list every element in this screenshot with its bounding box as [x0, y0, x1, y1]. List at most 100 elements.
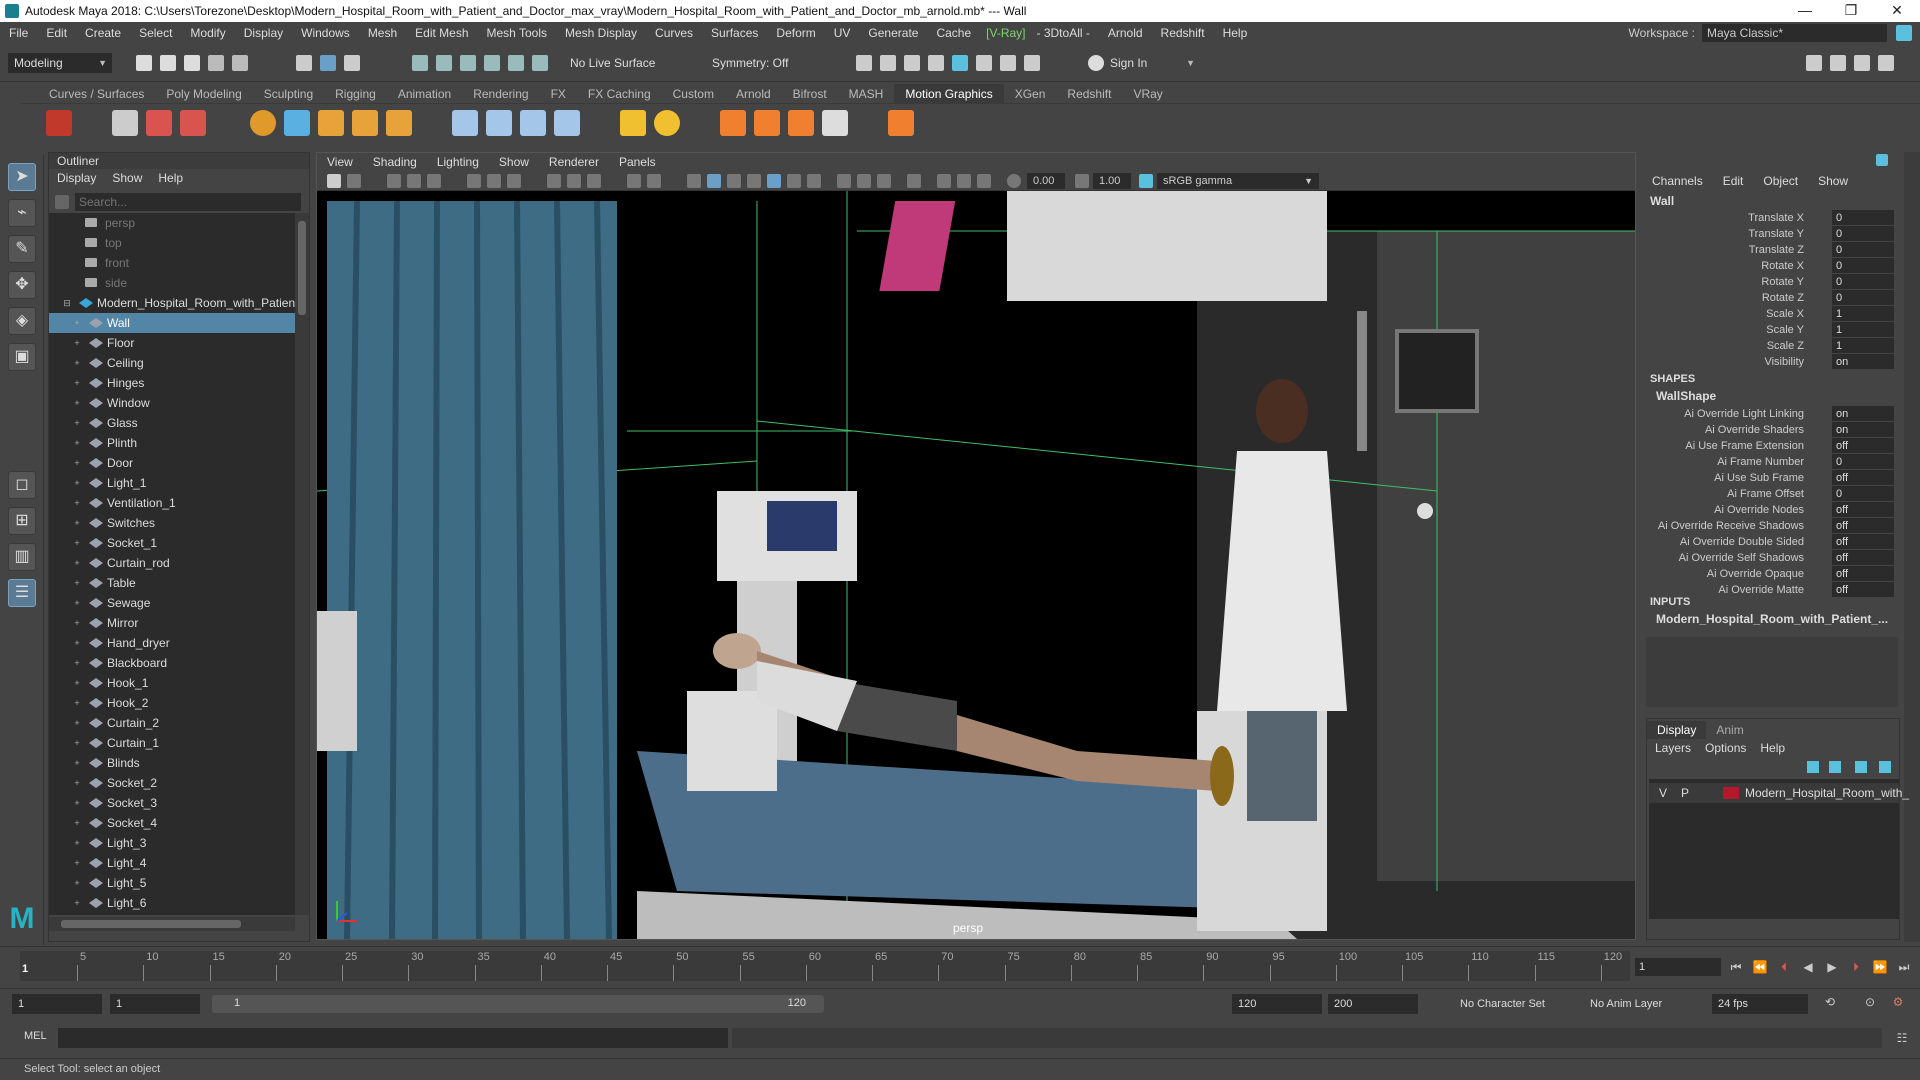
shelf-tab-fx[interactable]: FX	[540, 84, 577, 104]
expand-icon[interactable]: +	[71, 813, 83, 833]
filter-icon[interactable]	[55, 195, 69, 209]
channel-value-field[interactable]: 1	[1832, 306, 1894, 321]
input-node-name[interactable]: Modern_Hospital_Room_with_Patient_...	[1656, 612, 1888, 626]
outliner-item[interactable]: + Glass	[49, 413, 295, 433]
snap-pivot-icon[interactable]	[532, 55, 548, 71]
outliner-camera-item[interactable]: top	[49, 233, 295, 253]
shape-attr-row[interactable]: Ai Frame Offset 0	[1642, 486, 1900, 502]
close-button[interactable]: ✕	[1874, 0, 1920, 22]
sun-light-icon[interactable]	[654, 110, 680, 136]
channel-row[interactable]: Scale Y 1	[1642, 322, 1900, 338]
current-frame-field[interactable]: 1	[1635, 958, 1721, 976]
view-transform-dropdown[interactable]: sRGB gamma ▼	[1157, 173, 1319, 189]
channel-row[interactable]: Translate Y 0	[1642, 226, 1900, 242]
shape-attr-row[interactable]: Ai Override Light Linking on	[1642, 406, 1900, 422]
snap-grid-icon[interactable]	[412, 55, 428, 71]
anim-layer-dropdown[interactable]: No Anim Layer	[1590, 994, 1662, 1014]
move-layer-up-icon[interactable]	[1807, 761, 1819, 773]
menu-select[interactable]: Select	[130, 22, 181, 44]
outliner-item[interactable]: + Blackboard	[49, 653, 295, 673]
viewport-menu-shading[interactable]: Shading	[363, 155, 427, 169]
preferences-icon[interactable]: ⚙	[1890, 994, 1906, 1010]
outliner-root-item[interactable]: ⊟ Modern_Hospital_Room_with_Patien	[49, 293, 295, 313]
film-gate-icon[interactable]	[507, 174, 521, 188]
outliner-item[interactable]: + Light_7	[49, 913, 295, 915]
tool-settings-icon[interactable]	[1854, 55, 1870, 71]
construction-history-icon[interactable]	[856, 55, 872, 71]
channel-row[interactable]: Scale Z 1	[1642, 338, 1900, 354]
outliner-camera-item[interactable]: persp	[49, 213, 295, 233]
svg-tool-icon[interactable]	[352, 110, 378, 136]
channel-row[interactable]: Rotate Y 0	[1642, 274, 1900, 290]
new-layer-icon[interactable]	[1855, 761, 1867, 773]
scrollbar-thumb[interactable]	[298, 221, 306, 315]
attr-value-field[interactable]: on	[1832, 406, 1894, 421]
channel-value-field[interactable]: on	[1832, 354, 1894, 369]
channel-value-field[interactable]: 0	[1832, 274, 1894, 289]
step-forward-frame-icon[interactable]: ⏵	[1848, 959, 1864, 975]
twist-deformer-icon[interactable]	[486, 110, 512, 136]
channel-row[interactable]: Scale X 1	[1642, 306, 1900, 322]
move-tool-icon[interactable]: ✥	[8, 271, 36, 299]
step-back-key-icon[interactable]: ⏪	[1752, 959, 1768, 975]
layer-tab-anim[interactable]: Anim	[1706, 721, 1753, 739]
expand-icon[interactable]: +	[71, 493, 83, 513]
fps-dropdown[interactable]: 24 fps	[1712, 994, 1808, 1014]
2d-pan-icon[interactable]	[427, 174, 441, 188]
light-add-icon[interactable]	[620, 110, 646, 136]
channel-menu-show[interactable]: Show	[1818, 174, 1848, 188]
channel-value-field[interactable]: 0	[1832, 290, 1894, 305]
menu-modify[interactable]: Modify	[181, 22, 234, 44]
layer-row[interactable]: V P Modern_Hospital_Room_with_	[1649, 783, 1909, 803]
outliner-item[interactable]: + Hinges	[49, 373, 295, 393]
shelf-tab-rendering[interactable]: Rendering	[462, 84, 539, 104]
playback-end-field[interactable]: 120	[1232, 994, 1322, 1014]
layer-color-swatch[interactable]	[1723, 787, 1739, 799]
shape-attr-row[interactable]: Ai Override Double Sided off	[1642, 534, 1900, 550]
emitter-icon[interactable]	[754, 110, 780, 136]
attr-value-field[interactable]: off	[1832, 582, 1894, 597]
loop-icon[interactable]: ⟲	[1822, 994, 1838, 1010]
outliner-item[interactable]: + Mirror	[49, 613, 295, 633]
attr-value-field[interactable]: off	[1832, 534, 1894, 549]
channel-menu-channels[interactable]: Channels	[1652, 174, 1703, 188]
arnold-render-icon[interactable]	[1000, 55, 1016, 71]
expand-icon[interactable]: +	[71, 473, 83, 493]
outliner-horizontal-scrollbar[interactable]	[49, 917, 295, 931]
menu-curves[interactable]: Curves	[646, 22, 702, 44]
lock-icon[interactable]	[1896, 25, 1912, 41]
menu-mesh[interactable]: Mesh	[359, 22, 406, 44]
paint-select-icon[interactable]: ✎	[8, 235, 36, 263]
expand-icon[interactable]: +	[71, 553, 83, 573]
select-component-icon[interactable]	[344, 55, 360, 71]
undo-icon[interactable]	[208, 55, 224, 71]
menu-create[interactable]: Create	[76, 22, 130, 44]
save-scene-icon[interactable]	[184, 55, 200, 71]
grid-toggle-icon[interactable]	[487, 174, 501, 188]
loop-icon[interactable]	[554, 110, 580, 136]
outliner-item[interactable]: + Ventilation_1	[49, 493, 295, 513]
xray-icon[interactable]	[937, 174, 951, 188]
outliner-menu-help[interactable]: Help	[158, 171, 183, 185]
channel-box-icon[interactable]	[1878, 55, 1894, 71]
particle-icon[interactable]	[720, 110, 746, 136]
expand-icon[interactable]: +	[71, 913, 83, 915]
menu-help[interactable]: Help	[1214, 22, 1257, 44]
color-management-icon[interactable]	[1139, 174, 1153, 188]
layer-name[interactable]: Modern_Hospital_Room_with_	[1745, 783, 1909, 803]
workspace-dropdown[interactable]: Maya Classic*	[1702, 24, 1887, 42]
motion-blur-icon[interactable]	[857, 174, 871, 188]
expand-icon[interactable]: +	[71, 373, 83, 393]
rotate-tool-icon[interactable]: ◈	[8, 307, 36, 335]
shape-attr-row[interactable]: Ai Override Receive Shadows off	[1642, 518, 1900, 534]
character-set-dropdown[interactable]: No Character Set	[1460, 994, 1545, 1014]
expand-icon[interactable]: +	[71, 673, 83, 693]
expand-icon[interactable]: +	[71, 533, 83, 553]
outliner-item[interactable]: + Light_4	[49, 853, 295, 873]
expand-icon[interactable]: +	[71, 833, 83, 853]
expand-icon[interactable]: +	[71, 333, 83, 353]
smooth-shade-icon[interactable]	[707, 174, 721, 188]
outliner-item[interactable]: + Plinth	[49, 433, 295, 453]
shape-attr-row[interactable]: Ai Override Self Shadows off	[1642, 550, 1900, 566]
channel-row[interactable]: Rotate Z 0	[1642, 290, 1900, 306]
